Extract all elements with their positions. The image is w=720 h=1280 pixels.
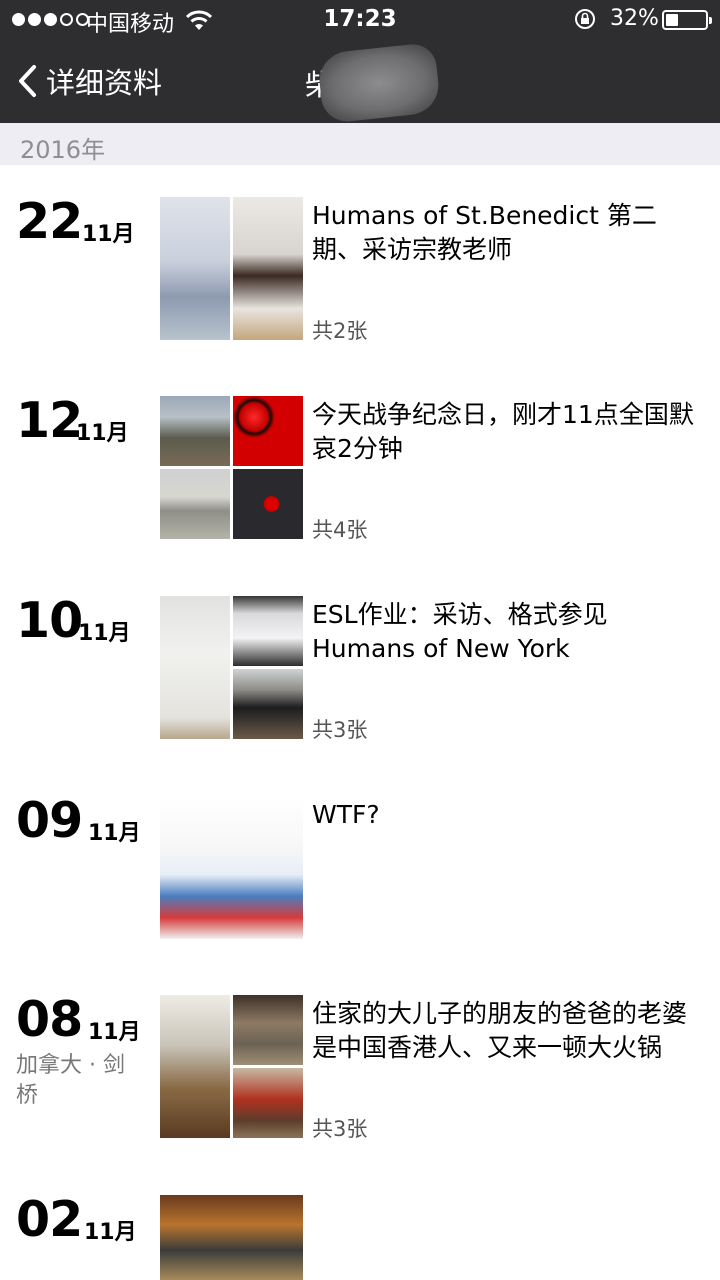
photo-thumbnail[interactable] [233,469,303,539]
entry-caption: 住家的大儿子的朋友的爸爸的老婆是中国香港人、又来一顿大火锅 [312,999,688,1062]
photo-thumbnail[interactable] [233,197,303,340]
entry-month: 11月 [78,621,131,646]
back-label: 详细资料 [46,66,163,100]
battery-nub [709,17,712,24]
entry-month: 11月 [82,222,135,247]
photo-thumbnail[interactable] [160,197,230,340]
photo-grid[interactable] [160,995,303,1138]
entry-caption: 今天战争纪念日，刚才11点全国默哀2分钟 [312,400,694,463]
moment-entry[interactable]: 10 11月 ESL作业：采访、格式参见 Humans of New York … [0,596,720,746]
navigation-bar: 详细资料 柴 [0,40,720,124]
status-bar: 中国移动 17:23 32% [0,0,720,40]
photo-thumbnail[interactable] [160,1195,303,1280]
back-button[interactable]: 详细资料 [16,60,162,102]
photo-thumbnail[interactable] [160,995,230,1138]
photo-grid[interactable] [160,796,303,939]
photo-count: 共2张 [312,319,368,343]
entry-day: 02 [16,1191,83,1248]
photo-thumbnail[interactable] [160,396,230,466]
moment-entry[interactable]: 08 11月 加拿大 · 剑桥 住家的大儿子的朋友的爸爸的老婆是中国香港人、又来… [0,995,720,1145]
photo-grid[interactable] [160,596,303,739]
entry-location: 加拿大 · 剑桥 [16,1053,125,1108]
entry-month: 11月 [88,1020,141,1045]
year-section-header: 2016年 [0,123,720,165]
photo-thumbnail[interactable] [233,596,303,666]
photo-thumbnail[interactable] [160,796,303,939]
moment-entry[interactable]: 22 11月 Humans of St.Benedict 第二期、采访宗教老师 … [0,197,720,347]
entry-day: 22 [16,193,83,250]
redaction-scribble [316,42,442,124]
photo-count: 共4张 [312,518,368,542]
photo-grid[interactable] [160,1195,303,1280]
chevron-left-icon [19,65,36,97]
photo-thumbnail[interactable] [233,396,303,466]
year-label: 2016年 [20,136,106,164]
photo-thumbnail[interactable] [160,469,230,539]
moment-entry[interactable]: 09 11月 WTF? [0,796,720,946]
entry-month: 11月 [84,1220,137,1245]
entry-day: 10 [16,592,83,649]
entry-day: 09 [16,792,83,849]
moment-entry[interactable]: 12 11月 今天战争纪念日，刚才11点全国默哀2分钟 共4张 [0,396,720,546]
photo-thumbnail[interactable] [233,995,303,1065]
battery-fill [666,14,678,26]
entry-caption: ESL作业：采访、格式参见 Humans of New York [312,600,608,663]
photo-count: 共3张 [312,718,368,742]
entry-day: 12 [16,392,83,449]
orientation-lock-icon [575,9,595,29]
top-bar: 中国移动 17:23 32% 详细资料 柴 [0,0,720,124]
photo-thumbnail[interactable] [233,1068,303,1138]
battery-percent: 32% [610,6,659,31]
photo-thumbnail[interactable] [233,669,303,739]
moment-entry[interactable]: 02 11月 [0,1195,720,1280]
photo-count: 共3张 [312,1117,368,1141]
entry-caption: WTF? [312,800,380,829]
battery-icon [662,10,712,30]
entry-day: 08 [16,991,83,1048]
photo-grid[interactable] [160,396,303,539]
entry-month: 11月 [76,421,129,446]
photo-thumbnail[interactable] [160,596,230,739]
entry-caption: Humans of St.Benedict 第二期、采访宗教老师 [312,201,657,264]
photo-grid[interactable] [160,197,303,340]
entry-month: 11月 [88,821,141,846]
